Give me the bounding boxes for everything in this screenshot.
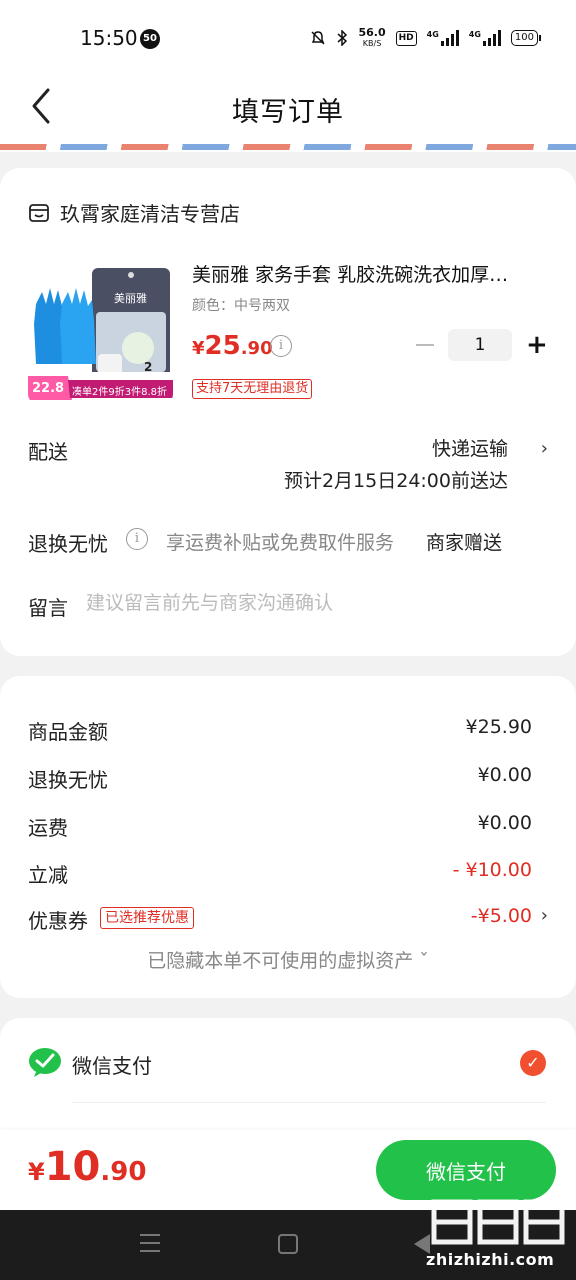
remark-label: 留言: [28, 596, 68, 620]
summary-label: 退换无忧: [28, 768, 108, 792]
status-icons: 56.0 KB/S HD 4G 4G 100: [310, 24, 542, 52]
increase-button[interactable]: +: [526, 332, 548, 358]
product-title[interactable]: 美丽雅 家务手套 乳胶洗碗洗衣加厚…: [192, 260, 534, 287]
hd-icon: HD: [395, 30, 417, 46]
delivery-label: 配送: [28, 440, 68, 464]
bluetooth-icon: [337, 30, 348, 46]
shop-header[interactable]: 玖霄家庭清洁专营店: [28, 198, 240, 227]
summary-row: 商品金额 ¥25.90: [28, 716, 532, 746]
remark-input[interactable]: [86, 592, 546, 614]
coupon-value: -¥5.00: [470, 905, 532, 927]
price-row: ¥25.90 i 1 +: [192, 329, 548, 365]
summary-value: ¥0.00: [477, 812, 532, 834]
airmail-border: [0, 144, 576, 152]
shop-name: 玖霄家庭清洁专营店: [60, 202, 240, 226]
product-spec[interactable]: 颜色：中号两双: [192, 295, 546, 315]
signal-icon: 4G: [427, 30, 459, 46]
return-policy-tag: 支持7天无理由退货: [192, 379, 313, 399]
order-card: 玖霄家庭清洁专营店 美丽雅 2 22.8 凑单2件9折3件8.8折 美丽雅 家务…: [0, 168, 576, 656]
image-banner-text: 凑单2件9折3件8.8折: [72, 387, 167, 398]
page-header: 填写订单: [0, 72, 576, 144]
chevron-right-icon[interactable]: ›: [541, 438, 548, 459]
chevron-right-icon[interactable]: ›: [541, 905, 548, 926]
quantity-value[interactable]: 1: [448, 329, 512, 361]
payment-method-label[interactable]: 微信支付: [72, 1050, 152, 1079]
worry-free-gift: 商家赠送: [426, 532, 503, 554]
summary-row: 运费 ¥0.00: [28, 812, 532, 842]
hidden-assets-toggle[interactable]: 已隐藏本单不可使用的虚拟资产 ˇ: [0, 946, 576, 973]
mute-bell-icon: [311, 31, 325, 45]
summary-row: 退换无忧 ¥0.00: [28, 764, 532, 794]
summary-value: ¥25.90: [465, 716, 532, 738]
product-price: ¥25.90: [192, 331, 273, 361]
watermark-logo: [431, 1199, 565, 1245]
pay-button[interactable]: 微信支付: [376, 1140, 556, 1200]
image-pack-text: 2: [144, 360, 153, 374]
summary-label: 立减: [28, 863, 68, 887]
watermark-text: zhizhizhi.com: [426, 1250, 555, 1269]
home-icon[interactable]: [278, 1234, 298, 1254]
summary-row: 立减 - ¥10.00: [28, 859, 532, 889]
page-title: 填写订单: [232, 97, 344, 128]
product-info: 美丽雅 家务手套 乳胶洗碗洗衣加厚… 颜色：中号两双 ¥25.90 i 1 + …: [192, 260, 548, 399]
signal-icon: 4G: [469, 30, 501, 46]
payment-card: 微信支付 ✓: [0, 1018, 576, 1138]
summary-label: 运费: [28, 816, 68, 840]
image-brand-text: 美丽雅: [114, 292, 147, 305]
quantity-stepper: 1 +: [416, 329, 548, 361]
price-summary-card: 商品金额 ¥25.90 退换无忧 ¥0.00 运费 ¥0.00 立减 - ¥10…: [0, 676, 576, 998]
info-icon[interactable]: i: [126, 528, 148, 550]
summary-value: ¥0.00: [477, 764, 532, 786]
summary-label: 优惠券: [28, 909, 88, 933]
coupon-row[interactable]: 优惠券 已选推荐优惠 -¥5.00 ›: [28, 905, 548, 935]
status-time: 15:50: [80, 26, 138, 50]
net-speed: 56.0 KB/S: [358, 26, 386, 48]
status-bar: 15:50 50 56.0 KB/S HD 4G 4G 100: [0, 0, 576, 72]
coupon-tag: 已选推荐优惠: [100, 907, 194, 929]
discount-value: - ¥10.00: [452, 859, 532, 881]
price-info-icon[interactable]: i: [270, 335, 292, 357]
menu-icon[interactable]: [140, 1234, 160, 1254]
summary-label: 商品金额: [28, 720, 108, 744]
divider: [72, 1102, 546, 1103]
store-icon: [29, 203, 49, 222]
selected-check-icon[interactable]: ✓: [520, 1050, 546, 1076]
product-image[interactable]: 美丽雅 2 22.8 凑单2件9折3件8.8折: [28, 264, 173, 404]
worry-free-label: 退换无忧: [28, 532, 108, 556]
worry-free-desc: 享运费补贴或免费取件服务: [166, 532, 395, 554]
delivery-method[interactable]: 快递运输: [432, 434, 508, 461]
decrease-button[interactable]: [416, 344, 434, 346]
notification-badge: 50: [140, 29, 160, 49]
delivery-eta: 预计2月15日24:00前送达: [283, 470, 508, 492]
image-banner-price: 22.8: [32, 381, 65, 396]
battery-icon: 100: [510, 30, 542, 46]
wechat-pay-icon: [29, 1048, 61, 1077]
total-amount: ¥10.90: [28, 1144, 147, 1190]
